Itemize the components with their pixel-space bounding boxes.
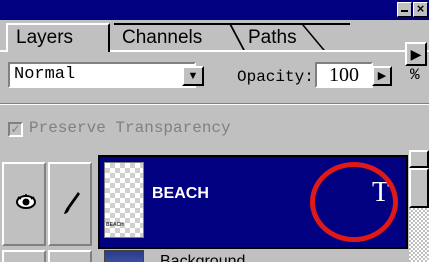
- eye-icon: [16, 194, 36, 209]
- opacity-label: Opacity:: [237, 68, 314, 86]
- close-button[interactable]: ×: [413, 2, 428, 17]
- layer-link-toggle[interactable]: [48, 162, 92, 246]
- tab-paths[interactable]: Paths: [240, 23, 350, 49]
- thumbnail-text: BEACH: [106, 222, 124, 228]
- opacity-input[interactable]: 100: [315, 62, 373, 88]
- layer-visibility-toggle[interactable]: [2, 162, 46, 246]
- blend-mode-dropdown-button[interactable]: ▼: [182, 66, 204, 86]
- tab-channels[interactable]: Channels: [114, 23, 250, 49]
- brush-icon: [64, 192, 80, 214]
- layers-palette: × Layers Channels Paths ▶ Normal ▼ Opaci…: [0, 0, 429, 262]
- layer-visibility-toggle[interactable]: [2, 250, 46, 262]
- scroll-up-button[interactable]: [409, 150, 429, 168]
- layer-thumbnail: [104, 250, 144, 262]
- chevron-down-icon: ▼: [187, 70, 199, 82]
- blend-mode-select[interactable]: Normal: [8, 62, 196, 88]
- triangle-right-icon: ▶: [410, 46, 422, 62]
- tab-layers[interactable]: Layers: [6, 23, 110, 52]
- preserve-transparency-checkbox[interactable]: ✓: [8, 122, 23, 137]
- percent-sign: %: [410, 66, 420, 84]
- layer-link-toggle[interactable]: [48, 250, 92, 262]
- layer-name: Background: [160, 253, 246, 262]
- layer-name: BEACH: [152, 185, 209, 202]
- annotation-circle: [310, 162, 398, 242]
- opacity-slider-button[interactable]: ▶: [372, 66, 392, 86]
- palette-menu-button[interactable]: ▶: [405, 42, 427, 66]
- preserve-transparency-label: Preserve Transparency: [29, 119, 231, 137]
- triangle-right-icon: ▶: [377, 70, 387, 82]
- scroll-thumb[interactable]: [409, 168, 429, 208]
- minimize-button[interactable]: [397, 2, 412, 17]
- palette-titlebar[interactable]: [0, 0, 429, 20]
- divider: [0, 104, 429, 105]
